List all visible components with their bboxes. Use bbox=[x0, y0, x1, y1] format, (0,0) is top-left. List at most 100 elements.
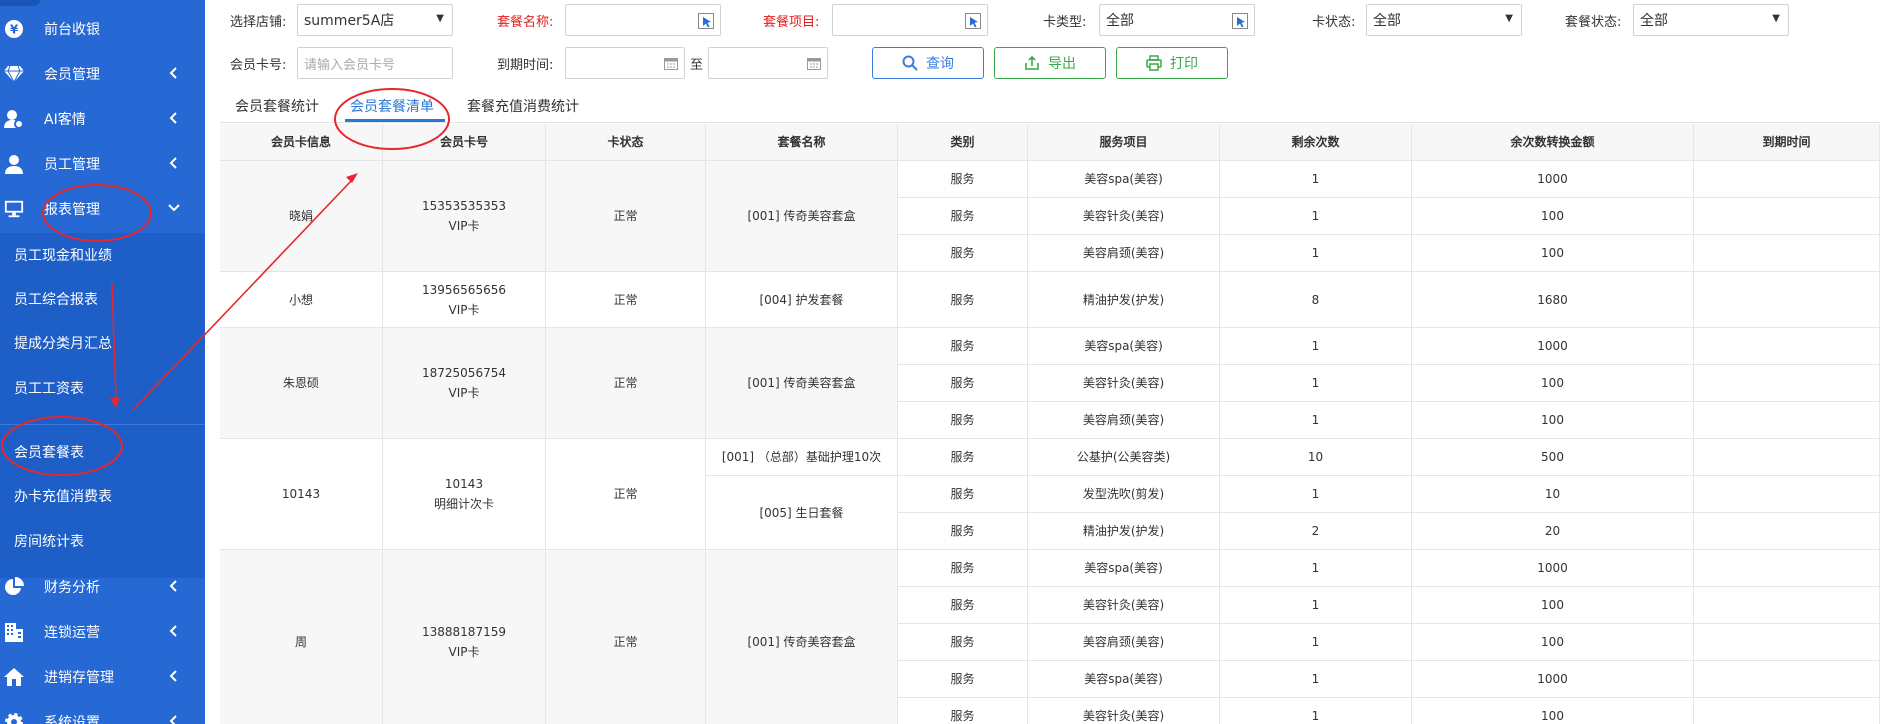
query-button[interactable]: 查询 bbox=[872, 47, 984, 79]
expiry-cell bbox=[1694, 513, 1880, 550]
remaining-amount-cell: 20 bbox=[1412, 513, 1694, 550]
expiry-cell bbox=[1694, 661, 1880, 698]
remaining-amount-cell: 1000 bbox=[1412, 328, 1694, 365]
expiry-from-input[interactable] bbox=[565, 47, 685, 79]
remaining-amount-cell: 1680 bbox=[1412, 272, 1694, 328]
remaining-count-cell: 1 bbox=[1220, 661, 1412, 698]
card-status-cell: 正常 bbox=[546, 550, 706, 724]
service-item-cell: 美容针灸(美容) bbox=[1028, 698, 1220, 724]
expiry-to-input[interactable] bbox=[708, 47, 828, 79]
store-label: 选择店铺: bbox=[230, 15, 287, 30]
card-type-input[interactable]: 全部 bbox=[1099, 4, 1255, 36]
expiry-cell bbox=[1694, 587, 1880, 624]
card-status-select[interactable]: 全部 ▼ bbox=[1366, 4, 1522, 36]
calendar-icon[interactable] bbox=[807, 57, 821, 70]
chevron-left-icon bbox=[169, 112, 177, 124]
member-name-cell: 小想 bbox=[220, 272, 383, 328]
nav-item-member[interactable]: 会员管理 bbox=[0, 52, 205, 96]
chevron-left-icon bbox=[169, 580, 177, 592]
service-item-cell: 美容肩颈(美容) bbox=[1028, 235, 1220, 272]
member-name-cell: 晓娟 bbox=[220, 161, 383, 272]
nav-item-chain[interactable]: 连锁运营 bbox=[0, 610, 205, 654]
remaining-amount-cell: 1000 bbox=[1412, 661, 1694, 698]
nav-item-ai[interactable]: AI客情 bbox=[0, 97, 205, 141]
package-status-label: 套餐状态: bbox=[1565, 15, 1622, 30]
package-name-cell: [001] 传奇美容套盒 bbox=[706, 161, 898, 272]
member-name-cell: 周 bbox=[220, 550, 383, 724]
submenu-item[interactable]: 员工工资表 bbox=[0, 366, 205, 410]
service-item-cell: 发型洗吹(剪发) bbox=[1028, 476, 1220, 513]
nav-label: 连锁运营 bbox=[44, 625, 100, 641]
store-select[interactable]: summer5A店 ▼ bbox=[297, 4, 453, 36]
service-item-cell: 公基护(公美容类) bbox=[1028, 439, 1220, 476]
card-type: VIP卡 bbox=[448, 219, 480, 233]
tab-package-stats[interactable]: 会员套餐统计 bbox=[235, 96, 319, 116]
gear-icon bbox=[4, 712, 24, 724]
nav-item-reports[interactable]: 报表管理 bbox=[0, 187, 205, 231]
nav-item-finance[interactable]: 财务分析 bbox=[0, 565, 205, 609]
package-name-cell: [001] 传奇美容套盒 bbox=[706, 328, 898, 439]
category-cell: 服务 bbox=[898, 550, 1028, 587]
package-name-cell: [005] 生日套餐 bbox=[706, 476, 898, 550]
submenu-item[interactable]: 提成分类月汇总 bbox=[0, 321, 205, 365]
category-cell: 服务 bbox=[898, 161, 1028, 198]
app: ¥ 前台收银 会员管理 AI客情 员工管理 报表管理 员工现金和业绩 员工综合报… bbox=[0, 0, 1880, 724]
remaining-amount-cell: 500 bbox=[1412, 439, 1694, 476]
calendar-icon[interactable] bbox=[664, 57, 678, 70]
service-item-cell: 美容spa(美容) bbox=[1028, 161, 1220, 198]
print-button[interactable]: 打印 bbox=[1116, 47, 1228, 79]
remaining-amount-cell: 1000 bbox=[1412, 161, 1694, 198]
nav-label: 进销存管理 bbox=[44, 670, 114, 686]
printer-icon bbox=[1146, 55, 1162, 71]
yen-icon: ¥ bbox=[4, 19, 24, 39]
home-icon bbox=[4, 667, 24, 687]
submenu-item[interactable]: 办卡充值消费表 bbox=[0, 474, 205, 518]
table-header: 会员卡号 bbox=[383, 124, 546, 161]
picker-icon[interactable] bbox=[698, 13, 714, 29]
pie-chart-icon bbox=[4, 577, 24, 597]
export-button[interactable]: 导出 bbox=[994, 47, 1106, 79]
service-item-cell: 美容针灸(美容) bbox=[1028, 587, 1220, 624]
submenu-item[interactable]: 房间统计表 bbox=[0, 519, 205, 563]
package-item-input[interactable] bbox=[832, 4, 988, 36]
tab-recharge-stats[interactable]: 套餐充值消费统计 bbox=[467, 96, 579, 116]
submenu-item-member-package[interactable]: 会员套餐表 bbox=[0, 430, 205, 474]
expiry-cell bbox=[1694, 402, 1880, 439]
service-item-cell: 美容spa(美容) bbox=[1028, 328, 1220, 365]
card-no-input[interactable]: 请输入会员卡号 bbox=[297, 47, 453, 79]
remaining-count-cell: 1 bbox=[1220, 476, 1412, 513]
remaining-count-cell: 10 bbox=[1220, 439, 1412, 476]
nav-item-inventory[interactable]: 进销存管理 bbox=[0, 655, 205, 699]
category-cell: 服务 bbox=[898, 661, 1028, 698]
table-header: 类别 bbox=[898, 124, 1028, 161]
nav-item-cashier[interactable]: ¥ 前台收银 bbox=[0, 7, 205, 51]
package-status-select[interactable]: 全部 ▼ bbox=[1633, 4, 1789, 36]
member-name-cell: 10143 bbox=[220, 439, 383, 550]
expiry-cell bbox=[1694, 328, 1880, 365]
remaining-count-cell: 1 bbox=[1220, 402, 1412, 439]
card-type: VIP卡 bbox=[448, 386, 480, 400]
package-name-input[interactable] bbox=[565, 4, 721, 36]
category-cell: 服务 bbox=[898, 624, 1028, 661]
to-label: 至 bbox=[690, 58, 704, 73]
expiry-cell bbox=[1694, 476, 1880, 513]
remaining-amount-cell: 100 bbox=[1412, 198, 1694, 235]
remaining-count-cell: 1 bbox=[1220, 235, 1412, 272]
submenu-item[interactable]: 员工综合报表 bbox=[0, 277, 205, 321]
package-item-label: 套餐项目: bbox=[763, 15, 820, 30]
card-number: 10143 bbox=[444, 477, 484, 491]
category-cell: 服务 bbox=[898, 235, 1028, 272]
card-number: 13956565656 bbox=[422, 282, 506, 297]
nav-item-settings[interactable]: 系统设置 bbox=[0, 700, 205, 724]
tab-package-list[interactable]: 会员套餐清单 bbox=[350, 96, 434, 116]
picker-icon[interactable] bbox=[965, 13, 981, 29]
service-item-cell: 美容肩颈(美容) bbox=[1028, 402, 1220, 439]
submenu-item[interactable]: 员工现金和业绩 bbox=[0, 233, 205, 277]
nav-item-staff[interactable]: 员工管理 bbox=[0, 142, 205, 186]
building-icon bbox=[4, 622, 24, 642]
category-cell: 服务 bbox=[898, 328, 1028, 365]
category-cell: 服务 bbox=[898, 698, 1028, 724]
picker-icon[interactable] bbox=[1232, 13, 1248, 29]
service-item-cell: 美容肩颈(美容) bbox=[1028, 624, 1220, 661]
chevron-down-icon bbox=[168, 204, 180, 212]
